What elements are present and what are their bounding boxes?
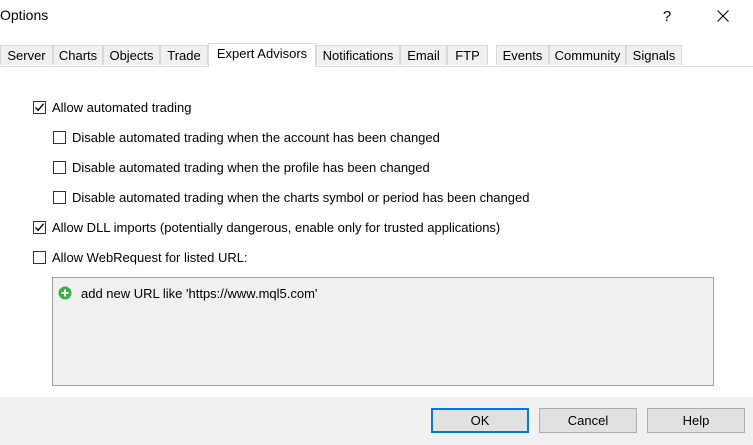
disable-account-changed-option[interactable]: Disable automated trading when the accou… [53, 128, 440, 146]
allow-automated-trading-option[interactable]: Allow automated trading [33, 98, 191, 116]
plus-circle-icon [58, 286, 72, 300]
tab-email[interactable]: Email [400, 45, 447, 65]
allow-dll-imports-option[interactable]: Allow DLL imports (potentially dangerous… [33, 218, 500, 236]
add-url-item[interactable]: add new URL like 'https://www.mql5.com' [58, 284, 317, 302]
add-url-label: add new URL like 'https://www.mql5.com' [81, 285, 318, 301]
window-title: Options [0, 7, 49, 23]
disable-account-changed-checkbox[interactable] [53, 130, 66, 144]
options-dialog: Options ? Server Charts Objects Trade Ex… [0, 0, 753, 445]
allow-webrequest-checkbox[interactable] [33, 250, 46, 264]
dialog-button-bar: OK Cancel Help [0, 397, 753, 445]
allow-webrequest-label: Allow WebRequest for listed URL: [52, 249, 248, 265]
disable-profile-changed-checkbox[interactable] [53, 160, 66, 174]
disable-symbol-changed-checkbox[interactable] [53, 190, 66, 204]
tab-events[interactable]: Events [496, 45, 549, 65]
disable-profile-changed-option[interactable]: Disable automated trading when the profi… [53, 158, 430, 176]
close-icon [717, 10, 729, 22]
tab-charts[interactable]: Charts [53, 45, 103, 65]
tab-community[interactable]: Community [549, 45, 626, 65]
close-button[interactable] [700, 0, 746, 32]
tab-ftp[interactable]: FTP [447, 45, 488, 65]
help-title-button[interactable]: ? [644, 0, 690, 32]
title-bar: Options ? [0, 0, 753, 32]
disable-profile-changed-label: Disable automated trading when the profi… [72, 159, 430, 175]
cancel-button[interactable]: Cancel [539, 408, 637, 433]
allow-dll-imports-label: Allow DLL imports (potentially dangerous… [52, 219, 501, 235]
tab-objects[interactable]: Objects [103, 45, 160, 65]
ok-button[interactable]: OK [431, 408, 529, 433]
tab-strip: Server Charts Objects Trade Expert Advis… [0, 43, 753, 67]
allow-dll-imports-checkbox[interactable] [33, 220, 46, 234]
checkmark-icon [35, 222, 45, 231]
disable-symbol-changed-label: Disable automated trading when the chart… [72, 189, 530, 205]
help-button[interactable]: Help [647, 408, 745, 433]
tab-server[interactable]: Server [0, 45, 53, 65]
webrequest-url-list[interactable]: add new URL like 'https://www.mql5.com' [52, 277, 714, 386]
allow-automated-trading-label: Allow automated trading [52, 99, 192, 115]
question-mark-icon: ? [662, 7, 672, 25]
checkmark-icon [35, 102, 45, 111]
tab-signals[interactable]: Signals [626, 45, 682, 65]
tab-trade[interactable]: Trade [160, 45, 208, 65]
allow-automated-trading-checkbox[interactable] [33, 100, 46, 114]
disable-symbol-changed-option[interactable]: Disable automated trading when the chart… [53, 188, 529, 206]
allow-webrequest-option[interactable]: Allow WebRequest for listed URL: [33, 248, 248, 266]
tab-notifications[interactable]: Notifications [316, 45, 400, 65]
disable-account-changed-label: Disable automated trading when the accou… [72, 129, 440, 145]
tab-expert-advisors[interactable]: Expert Advisors [208, 43, 316, 67]
